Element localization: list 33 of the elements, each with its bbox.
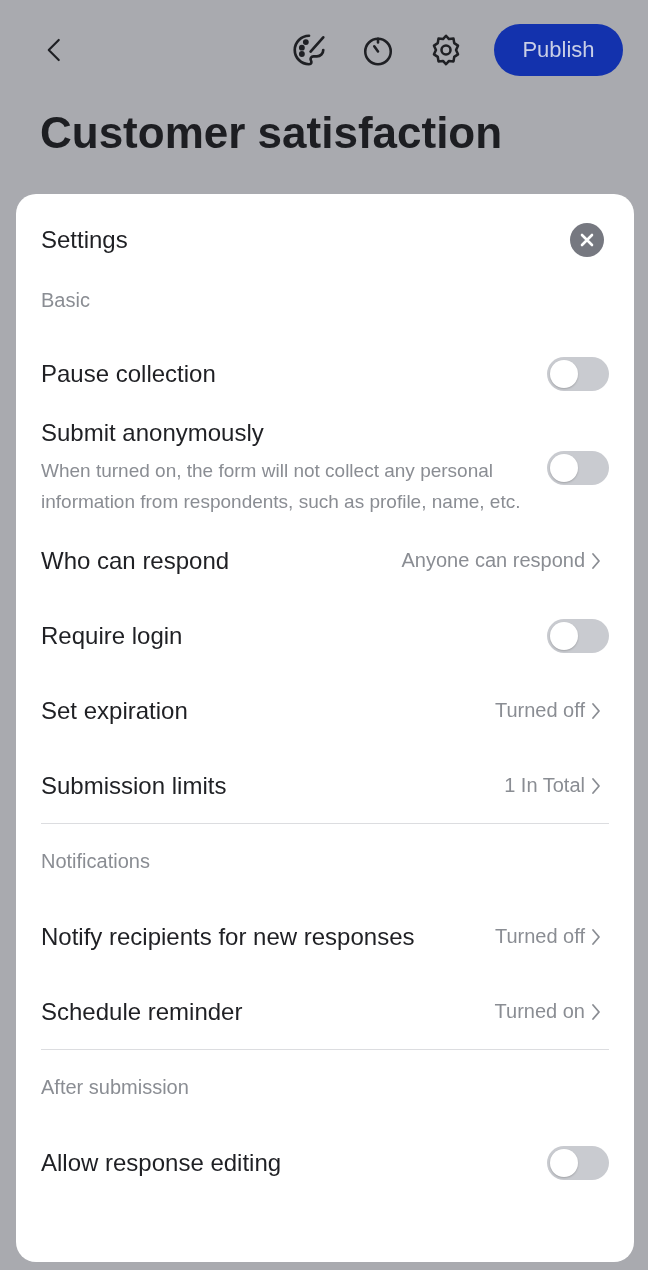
setting-value[interactable]: Turned on [494,1000,585,1023]
form-title: Customer satisfaction [40,107,504,159]
setting-label: Who can respond [41,546,231,575]
setting-label: Pause collection [41,359,217,388]
setting-label: Allow response editing [41,1148,283,1177]
setting-label: Schedule reminder [41,997,244,1026]
toggle-switch[interactable] [547,618,609,653]
chevron-right-icon [591,927,601,946]
setting-label: Submission limits [41,771,228,800]
palette-icon[interactable] [290,31,328,69]
publish-button[interactable]: Publish [494,24,623,76]
section-heading: Notifications [41,850,150,873]
setting-value[interactable]: Turned off [494,925,585,948]
setting-value[interactable]: Anyone can respond [401,549,585,572]
section-heading: Basic [41,289,90,312]
chevron-right-icon [591,551,601,570]
toggle-switch[interactable] [547,451,609,485]
toggle-switch[interactable] [547,1145,609,1180]
section-heading: After submission [41,1076,189,1099]
chevron-right-icon [591,1002,601,1021]
setting-value[interactable]: 1 In Total [504,774,585,797]
toggle-switch[interactable] [547,356,609,391]
setting-label: Notify recipients for new responses [41,922,416,951]
close-icon [580,233,594,247]
close-button[interactable] [570,223,604,257]
setting-label: Submit anonymously [41,419,265,447]
setting-description: When turned on, the form will not collect any personal information from respondents, such as profile, name, etc. [41,459,522,514]
setting-label: Require login [41,621,184,650]
chevron-right-icon [591,776,601,795]
setting-value[interactable]: Turned off [494,699,585,722]
sheet-title: Settings [41,226,128,254]
setting-label: Set expiration [41,696,189,725]
chevron-right-icon [591,701,601,720]
